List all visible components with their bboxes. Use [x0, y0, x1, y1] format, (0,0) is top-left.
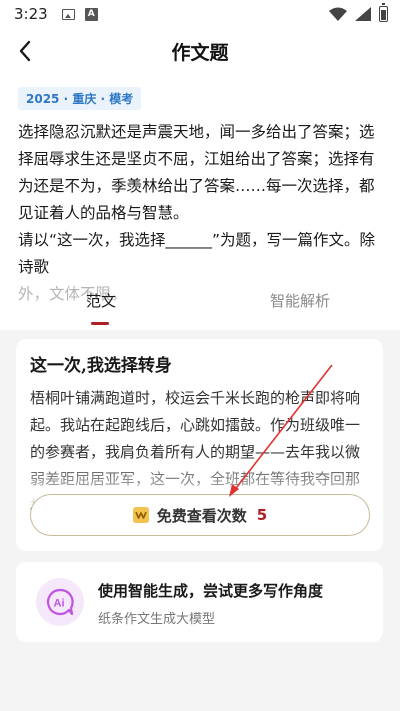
sample-essay-card: 这一次,我选择转身 梧桐叶铺满跑道时，校运会千米长跑的枪声即将响起。我站在起跑线…	[16, 339, 383, 551]
ai-chat-icon: Ai	[46, 588, 74, 616]
crown-icon	[132, 507, 149, 523]
free-view-label: 免费查看次数	[156, 506, 247, 525]
header: 作文题	[0, 28, 400, 74]
essay-title: 这一次,我选择转身	[30, 356, 172, 376]
ai-icon-text: Ai	[54, 598, 65, 610]
page-title: 作文题	[171, 41, 229, 64]
free-view-button[interactable]: 免费查看次数 5	[30, 494, 370, 536]
tab-smart-analysis[interactable]: 智能解析	[270, 290, 330, 311]
essay-prompt: 选择隐忍沉默还是声震天地，闻一多给出了答案；选择屈辱求生还是坚贞不屈，江姐给出了…	[18, 119, 384, 308]
tab-sample-essay[interactable]: 范文	[86, 290, 116, 311]
wifi-icon	[329, 7, 347, 21]
ai-card-subtitle: 纸条作文生成大模型	[98, 612, 216, 627]
prompt-paragraph-2-visible: 请以“这一次，我选择______”为题，写一篇作文。除诗歌	[18, 231, 376, 276]
status-time: 3:23	[14, 5, 48, 23]
battery-icon	[379, 3, 388, 22]
active-tab-indicator	[91, 322, 109, 325]
status-bar: 3:23 A	[0, 0, 400, 28]
prompt-paragraph-1: 选择隐忍沉默还是声震天地，闻一多给出了答案；选择屈辱求生还是坚贞不屈，江姐给出了…	[18, 123, 375, 222]
free-view-count: 5	[256, 506, 268, 524]
gallery-notification-icon	[61, 8, 75, 20]
signal-icon	[355, 7, 371, 21]
app-notification-icon: A	[84, 7, 98, 21]
back-button[interactable]	[12, 38, 38, 64]
ai-icon: Ai	[36, 578, 84, 626]
ai-generate-card[interactable]: Ai 使用智能生成，尝试更多写作角度 纸条作文生成大模型	[16, 562, 383, 642]
exam-tag: 2025 · 重庆 · 模考	[18, 87, 142, 110]
status-right	[329, 3, 388, 22]
tab-bar: 范文 智能解析	[0, 290, 400, 330]
ai-card-title: 使用智能生成，尝试更多写作角度	[98, 582, 324, 600]
chevron-left-icon	[19, 40, 31, 62]
